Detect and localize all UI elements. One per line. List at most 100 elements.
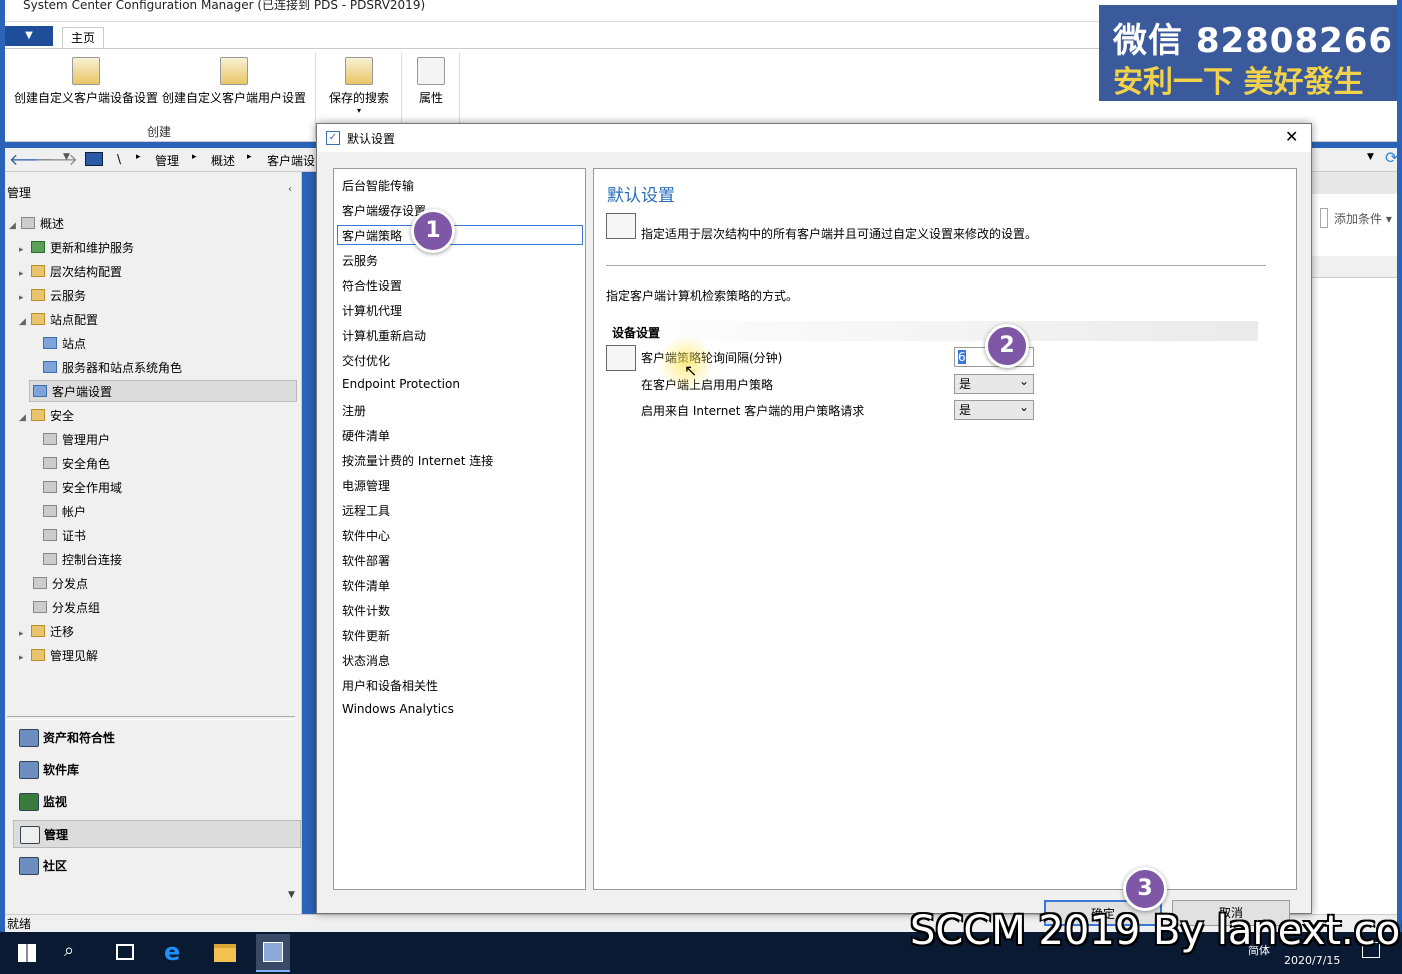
category-metered-internet[interactable]: 按流量计费的 Internet 连接 bbox=[342, 452, 493, 469]
search-box-edge[interactable] bbox=[1320, 208, 1328, 228]
workspace-community[interactable]: 社区 bbox=[13, 852, 301, 880]
task-view-icon[interactable] bbox=[116, 944, 134, 960]
category-client-cache[interactable]: 客户端缓存设置 bbox=[342, 202, 426, 219]
category-windows-analytics[interactable]: Windows Analytics bbox=[342, 702, 454, 716]
content-heading: 默认设置 bbox=[607, 186, 675, 206]
breadcrumb-overview[interactable]: 概述 bbox=[211, 152, 235, 169]
category-computer-restart[interactable]: 计算机重新启动 bbox=[342, 327, 426, 344]
category-cloud-services[interactable]: 云服务 bbox=[342, 252, 378, 269]
tree-label: 更新和维护服务 bbox=[50, 241, 135, 255]
tree-label: 安全作用域 bbox=[62, 481, 123, 495]
expand-arrow-icon[interactable]: ◢ bbox=[19, 413, 31, 423]
refresh-icon[interactable]: ⟳ bbox=[1385, 148, 1398, 167]
tree-label: 站点 bbox=[62, 337, 87, 351]
tree-item-security-scopes[interactable]: 安全作用域 bbox=[43, 479, 122, 496]
category-software-deployment[interactable]: 软件部署 bbox=[342, 552, 390, 569]
tree-item-updates-servicing[interactable]: ▸ 更新和维护服务 bbox=[19, 239, 134, 256]
category-user-device-affinity[interactable]: 用户和设备相关性 bbox=[342, 677, 438, 694]
expand-arrow-icon[interactable]: ◢ bbox=[9, 221, 21, 231]
folder-icon bbox=[31, 265, 45, 277]
history-dropdown-icon[interactable]: ▼ bbox=[63, 152, 70, 162]
expand-arrow-icon[interactable]: ▸ bbox=[19, 629, 31, 639]
configmgr-taskbar-button[interactable] bbox=[256, 934, 290, 972]
file-menu-button[interactable]: ▼ bbox=[5, 26, 53, 46]
breadcrumb-administration[interactable]: 管理 bbox=[155, 152, 179, 169]
tree-item-accounts[interactable]: 帐户 bbox=[43, 503, 86, 520]
expand-arrow-icon[interactable]: ▸ bbox=[19, 269, 31, 279]
category-hardware-inventory[interactable]: 硬件清单 bbox=[342, 427, 390, 444]
tree-item-dp-groups[interactable]: 分发点组 bbox=[33, 599, 100, 616]
breadcrumb-client-settings[interactable]: 客户端设 bbox=[267, 152, 315, 169]
client-settings-icon bbox=[33, 385, 47, 397]
add-criteria-button[interactable]: 添加条件 ▾ bbox=[1334, 210, 1392, 227]
expand-arrow-icon[interactable]: ▸ bbox=[19, 293, 31, 303]
start-icon[interactable] bbox=[18, 944, 36, 962]
file-explorer-icon[interactable] bbox=[214, 944, 236, 962]
window-title: System Center Configuration Manager (已连接… bbox=[23, 0, 426, 12]
tree-item-sites[interactable]: 站点 bbox=[43, 335, 86, 352]
category-delivery-optimization[interactable]: 交付优化 bbox=[342, 352, 390, 369]
sites-icon bbox=[43, 337, 57, 349]
breadcrumb-separator-icon: ▸ bbox=[136, 152, 141, 162]
configure-buttons-icon[interactable]: ▼ bbox=[288, 890, 295, 900]
create-device-settings-button[interactable]: 创建自定义客户端设备设置 bbox=[11, 57, 161, 106]
tree-label: 安全角色 bbox=[62, 457, 111, 471]
saved-searches-dropdown-arrow: ▾ bbox=[356, 106, 361, 115]
tree-item-server-roles[interactable]: 服务器和站点系统角色 bbox=[43, 359, 182, 376]
saved-searches-button[interactable]: 保存的搜索 ▾ bbox=[323, 57, 395, 115]
tree-item-management-insights[interactable]: ▸ 管理见解 bbox=[19, 647, 98, 664]
workspace-label: 社区 bbox=[43, 859, 68, 873]
category-power-management[interactable]: 电源管理 bbox=[342, 477, 390, 494]
tree-item-client-settings[interactable]: 客户端设置 bbox=[33, 383, 112, 400]
category-state-messaging[interactable]: 状态消息 bbox=[342, 652, 390, 669]
pane-splitter[interactable] bbox=[7, 716, 295, 720]
section-header-bg bbox=[606, 321, 1258, 341]
close-icon[interactable]: ✕ bbox=[1285, 127, 1298, 146]
tree-item-certificates[interactable]: 证书 bbox=[43, 527, 86, 544]
category-endpoint-protection[interactable]: Endpoint Protection bbox=[342, 377, 460, 391]
category-remote-tools[interactable]: 远程工具 bbox=[342, 502, 390, 519]
create-user-settings-button[interactable]: 创建自定义客户端用户设置 bbox=[161, 57, 307, 106]
category-software-center[interactable]: 软件中心 bbox=[342, 527, 390, 544]
search-icon[interactable]: ⌕ bbox=[64, 940, 74, 961]
tab-home[interactable]: 主页 bbox=[62, 27, 104, 49]
expand-arrow-icon[interactable]: ▸ bbox=[19, 245, 31, 255]
tree-item-security[interactable]: ◢ 安全 bbox=[19, 407, 74, 424]
category-software-inventory[interactable]: 软件清单 bbox=[342, 577, 390, 594]
tree-item-cloud-services[interactable]: ▸ 云服务 bbox=[19, 287, 86, 304]
workspace-monitoring[interactable]: 监视 bbox=[13, 788, 301, 816]
forward-arrow-icon[interactable]: 🡒 bbox=[35, 149, 78, 169]
breadcrumb-root[interactable]: \ bbox=[117, 152, 121, 166]
breadcrumb-dropdown-icon[interactable]: ▼ bbox=[1367, 152, 1374, 162]
workspace-assets[interactable]: 资产和符合性 bbox=[13, 724, 301, 752]
category-bits[interactable]: 后台智能传输 bbox=[342, 177, 414, 194]
tree-item-hierarchy[interactable]: ▸ 层次结构配置 bbox=[19, 263, 122, 280]
tree-item-console-connections[interactable]: 控制台连接 bbox=[43, 551, 122, 568]
tree-item-admin-users[interactable]: 管理用户 bbox=[43, 431, 110, 448]
expand-arrow-icon[interactable]: ◢ bbox=[19, 317, 31, 327]
software-library-icon bbox=[19, 761, 39, 779]
tree-item-security-roles[interactable]: 安全角色 bbox=[43, 455, 110, 472]
category-enrollment[interactable]: 注册 bbox=[342, 402, 366, 419]
category-compliance[interactable]: 符合性设置 bbox=[342, 277, 402, 294]
properties-button[interactable]: 属性 bbox=[407, 57, 455, 106]
tree-item-site-config[interactable]: ◢ 站点配置 bbox=[19, 311, 98, 328]
results-pane: 添加条件 ▾ bbox=[1312, 172, 1397, 914]
tree-item-overview[interactable]: ◢ 概述 bbox=[9, 215, 64, 232]
category-computer-agent[interactable]: 计算机代理 bbox=[342, 302, 402, 319]
enable-user-policy-select[interactable]: 是 bbox=[954, 372, 1034, 394]
workspace-software-library[interactable]: 软件库 bbox=[13, 756, 301, 784]
tree-item-migration[interactable]: ▸ 迁移 bbox=[19, 623, 74, 640]
category-client-policy[interactable]: 客户端策略 bbox=[342, 227, 402, 244]
taskbar-date[interactable]: 2020/7/15 bbox=[1284, 954, 1340, 967]
category-software-updates[interactable]: 软件更新 bbox=[342, 627, 390, 644]
breadcrumb-separator-icon: ▸ bbox=[247, 152, 252, 162]
internet-explorer-icon[interactable]: e bbox=[164, 938, 180, 966]
tree-item-distribution-points[interactable]: 分发点 bbox=[33, 575, 88, 592]
workspace-label: 资产和符合性 bbox=[43, 731, 116, 745]
collapse-pane-icon[interactable]: ‹ bbox=[288, 184, 292, 195]
expand-arrow-icon[interactable]: ▸ bbox=[19, 653, 31, 663]
category-software-metering[interactable]: 软件计数 bbox=[342, 602, 390, 619]
internet-user-policy-select[interactable]: 是 bbox=[954, 398, 1034, 420]
workspace-administration[interactable]: 管理 bbox=[13, 820, 301, 848]
